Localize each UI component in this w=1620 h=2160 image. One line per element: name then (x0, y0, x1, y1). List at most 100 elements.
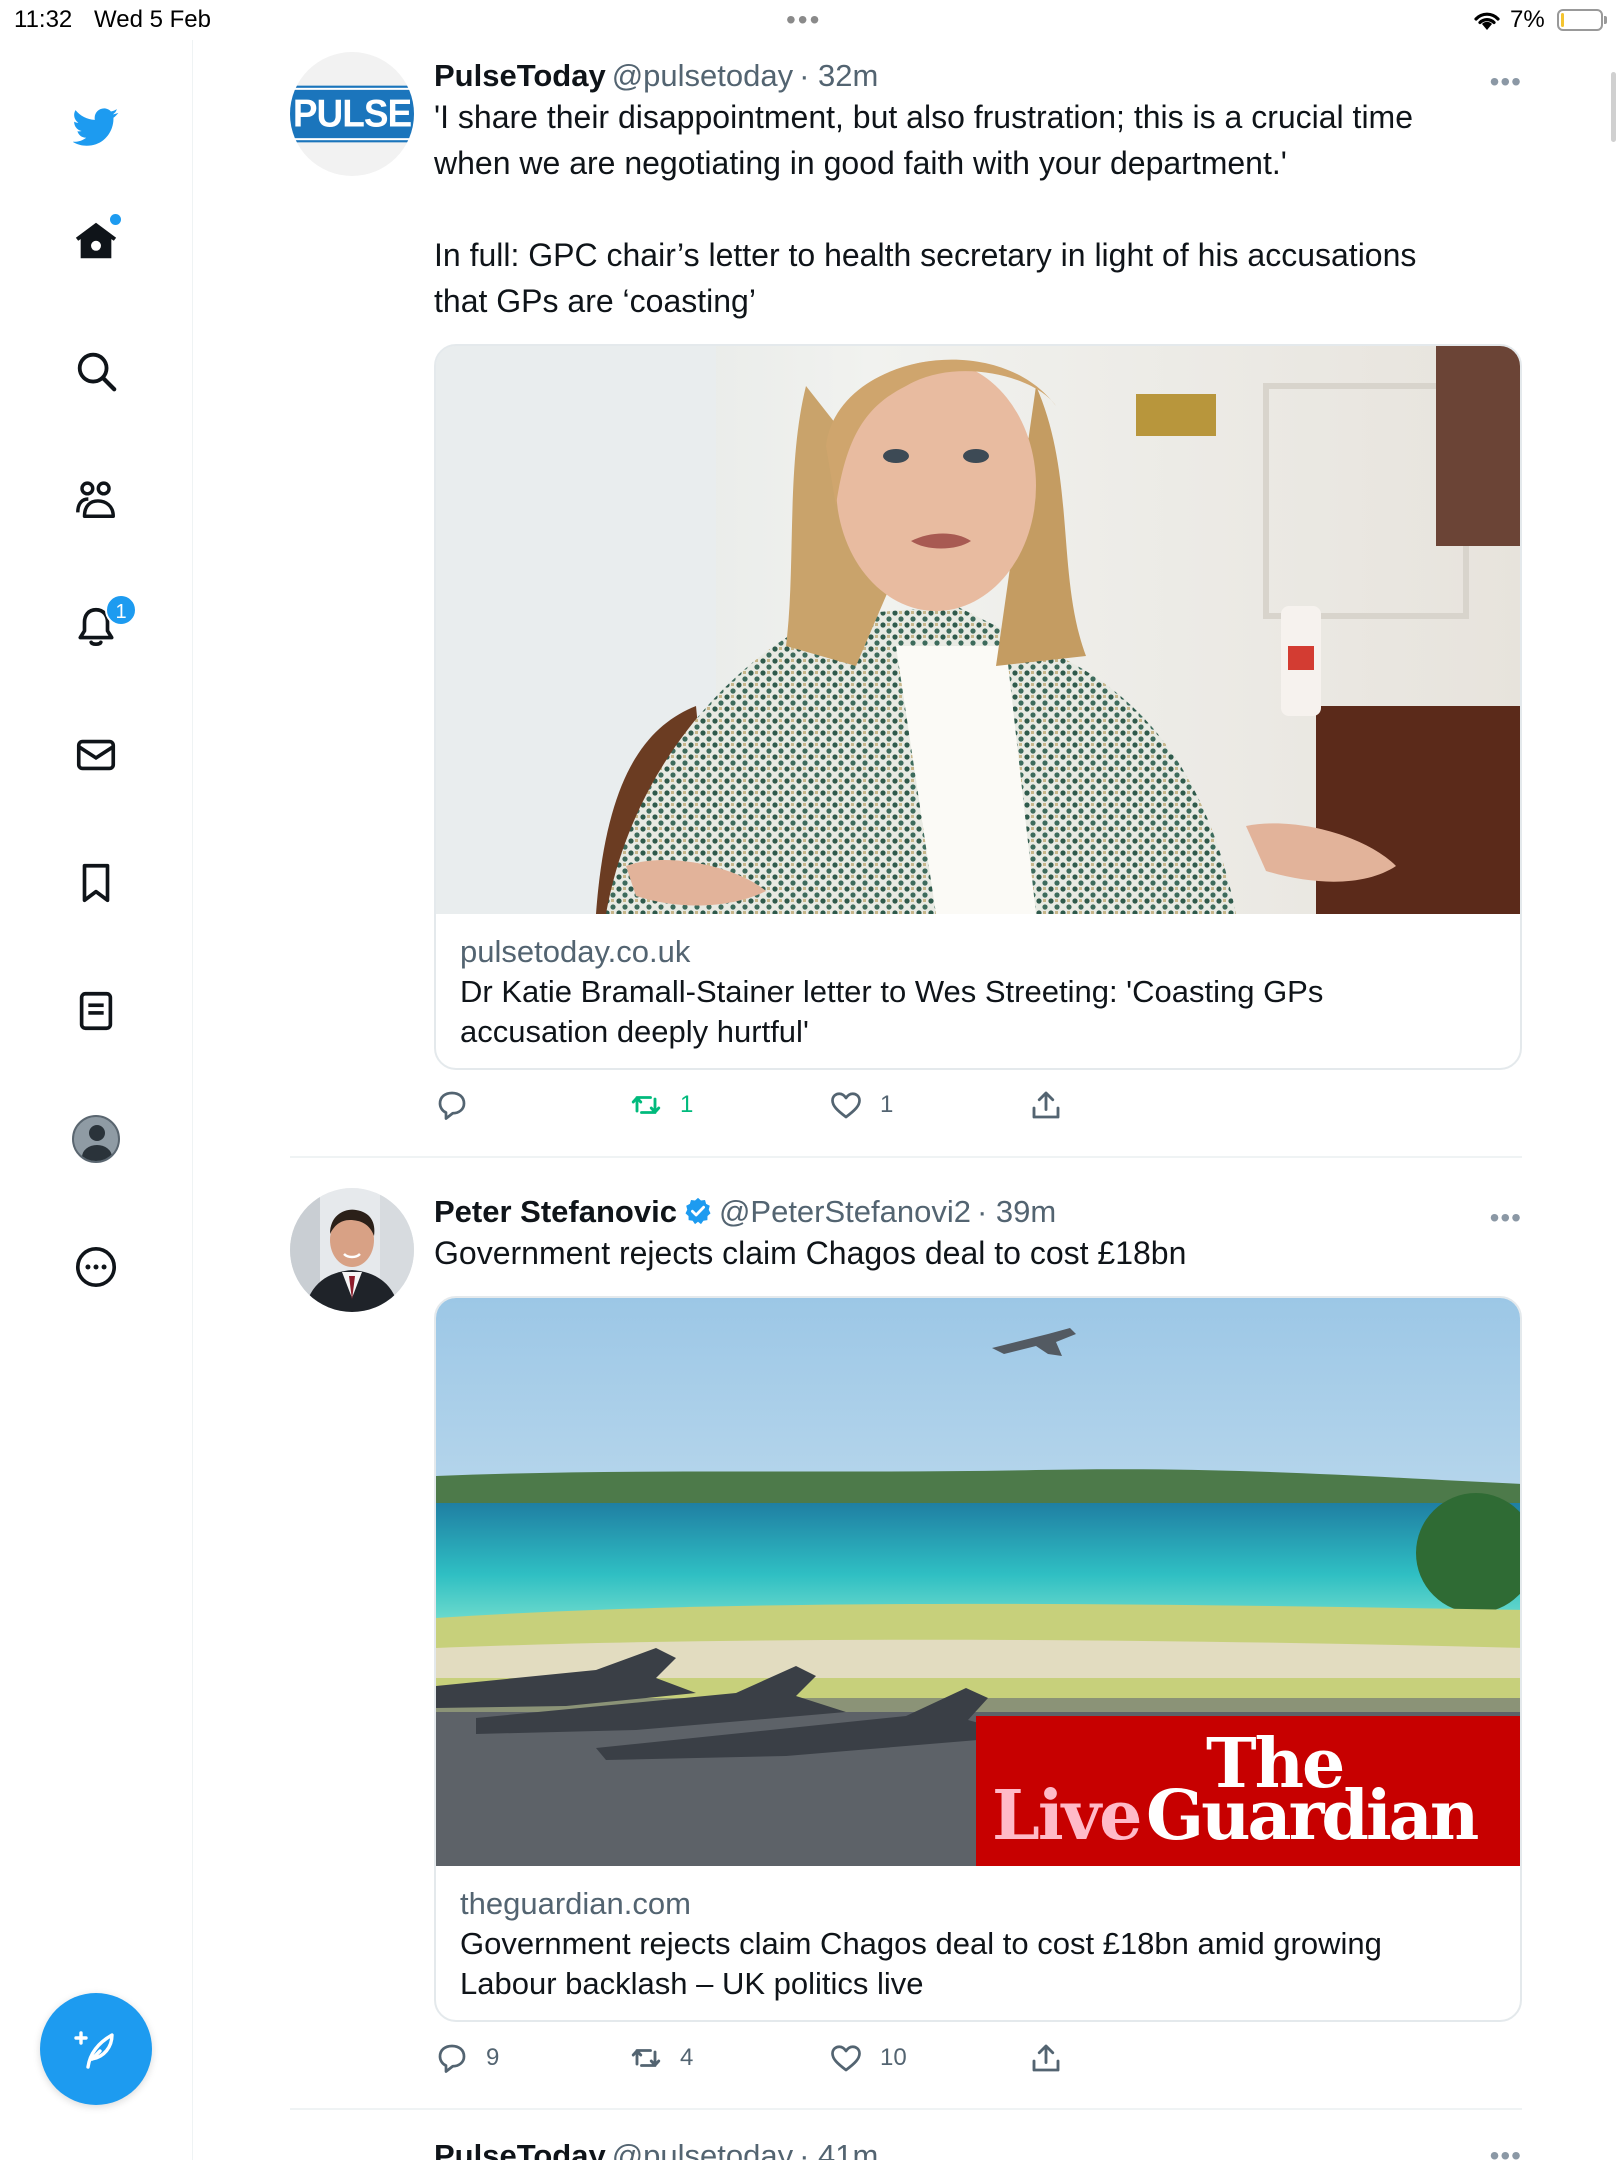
avatar-photo (290, 1188, 414, 1312)
card-image: The Live Guardian (436, 1298, 1520, 1866)
retweet-count: 4 (680, 2044, 694, 2071)
status-bar: 11:32 Wed 5 Feb ••• 7% (0, 0, 1620, 40)
guardian-live-text: Live (992, 1776, 1142, 1856)
multitasking-dots-icon[interactable]: ••• (786, 4, 821, 36)
tweet-time[interactable]: · 41m (799, 2138, 878, 2160)
twitter-logo[interactable] (57, 88, 135, 166)
tweet-text-line: In full: GPC chair’s letter to health se… (434, 237, 1417, 273)
tweet-text-line: that GPs are ‘coasting’ (434, 283, 756, 319)
tweet-text-line: Government rejects claim Chagos deal to … (434, 1235, 1187, 1271)
card-domain: theguardian.com (460, 1886, 691, 1921)
like-count: 10 (880, 2044, 907, 2071)
avatar[interactable]: PULSE (290, 52, 414, 176)
wifi-icon (1472, 8, 1502, 39)
tweet-header: PulseToday @pulsetoday · 32m (434, 58, 878, 94)
avatar[interactable] (290, 1188, 414, 1312)
display-name[interactable]: PulseToday (434, 2138, 606, 2160)
nav-communities[interactable] (57, 460, 135, 538)
notification-badge: 1 (105, 594, 137, 626)
scroll-indicator[interactable] (1611, 72, 1616, 142)
tweet-header: PulseToday @pulsetoday · 41m (434, 2138, 878, 2160)
more-circle-icon (75, 1246, 117, 1288)
tweet-time[interactable]: · 39m (977, 1194, 1056, 1229)
verified-badge-icon (685, 1197, 711, 1225)
share-button[interactable] (1028, 2040, 1064, 2076)
card-title: Dr Katie Bramall-Stainer letter to Wes S… (460, 974, 1324, 1009)
tweet[interactable]: PulseToday @pulsetoday · 41m ••• (290, 2138, 1522, 2160)
tweet-text-line: when we are negotiating in good faith wi… (434, 145, 1287, 181)
people-icon (76, 481, 115, 518)
card-body: theguardian.com Government rejects claim… (436, 1866, 1520, 2020)
tweet[interactable]: PULSE PulseToday @pulsetoday · 32m ••• 'I … (290, 52, 1522, 1152)
unread-dot (110, 214, 121, 225)
article-photo (436, 346, 1520, 914)
guardian-live-logo: The Live Guardian (976, 1716, 1520, 1866)
nav-profile[interactable] (57, 1100, 135, 1178)
tweet-text-line: 'I share their disappointment, but also … (434, 99, 1413, 135)
handle[interactable]: @pulsetoday (612, 2138, 793, 2160)
retweet-button[interactable]: 1 (628, 1087, 693, 1123)
compose-tweet-button[interactable] (40, 1993, 152, 2105)
status-date: Wed 5 Feb (94, 6, 211, 33)
nav-messages[interactable] (57, 716, 135, 794)
handle[interactable]: @PeterStefanovi2 (719, 1194, 971, 1229)
link-card[interactable]: The Live Guardian theguardian.com Govern… (434, 1296, 1522, 2022)
tweet-header: Peter Stefanovic @PeterStefanovi2 · 39m (434, 1194, 1056, 1230)
reply-count: 9 (486, 2044, 500, 2071)
sidebar: 1 (0, 40, 193, 2160)
display-name[interactable]: PulseToday (434, 58, 606, 93)
heart-icon (831, 2045, 861, 2072)
card-title: accusation deeply hurtful' (460, 1014, 809, 1049)
link-card[interactable]: pulsetoday.co.uk Dr Katie Bramall-Staine… (434, 344, 1522, 1070)
card-body: pulsetoday.co.uk Dr Katie Bramall-Staine… (436, 914, 1520, 1068)
reply-button[interactable]: 9 (434, 2040, 499, 2076)
share-button[interactable] (1028, 1087, 1064, 1123)
share-icon (1032, 2044, 1060, 2072)
nav-lists[interactable] (57, 972, 135, 1050)
handle[interactable]: @pulsetoday (612, 58, 793, 93)
tweet[interactable]: Peter Stefanovic @PeterStefanovi2 · 39m ••… (290, 1188, 1522, 2088)
feather-plus-icon (74, 2031, 114, 2069)
nav-home[interactable] (57, 202, 135, 280)
tweet-divider (290, 2108, 1522, 2110)
like-button[interactable]: 1 (828, 1087, 893, 1123)
tweet-actions: 9 4 10 (434, 2040, 1134, 2080)
display-name[interactable]: Peter Stefanovic (434, 1194, 677, 1229)
card-domain: pulsetoday.co.uk (460, 934, 691, 969)
avatar (72, 1115, 120, 1163)
battery-level (1561, 13, 1564, 27)
nav-notifications[interactable]: 1 (57, 588, 137, 666)
pulse-logo: PULSE (290, 85, 414, 143)
bird-icon (73, 108, 119, 146)
search-icon (77, 352, 117, 392)
card-image (436, 346, 1520, 914)
card-title: Government rejects claim Chagos deal to … (460, 1926, 1382, 1961)
retweet-button[interactable]: 4 (628, 2040, 693, 2076)
retweet-count: 1 (680, 1091, 694, 1118)
retweet-icon (631, 2049, 661, 2067)
more-icon[interactable]: ••• (1490, 2140, 1522, 2160)
card-title: Labour backlash – UK politics live (460, 1966, 924, 2001)
battery-icon (1557, 9, 1607, 31)
nav-more[interactable] (57, 1228, 135, 1306)
envelope-icon (76, 739, 116, 771)
reply-button[interactable] (434, 1087, 486, 1123)
tweet-divider (290, 1156, 1522, 1158)
share-icon (1032, 1091, 1060, 1119)
retweet-icon (631, 1096, 661, 1114)
tweet-time[interactable]: · 32m (799, 58, 878, 93)
list-icon (79, 991, 113, 1031)
status-time: 11:32 (14, 6, 73, 33)
battery-percent: 7% (1510, 6, 1545, 33)
like-button[interactable]: 10 (828, 2040, 907, 2076)
nav-bookmarks[interactable] (57, 844, 135, 922)
nav-explore[interactable] (57, 332, 135, 410)
reply-icon (438, 1091, 466, 1120)
home-icon (75, 222, 117, 259)
tweet-text: 'I share their disappointment, but also … (434, 94, 1519, 324)
guardian-name-text: Guardian (1146, 1776, 1479, 1856)
tweet-text: Government rejects claim Chagos deal to … (434, 1230, 1519, 1276)
heart-icon (831, 1092, 861, 1119)
reply-icon (438, 2044, 466, 2073)
tweet-actions: 1 1 (434, 1087, 1134, 1127)
